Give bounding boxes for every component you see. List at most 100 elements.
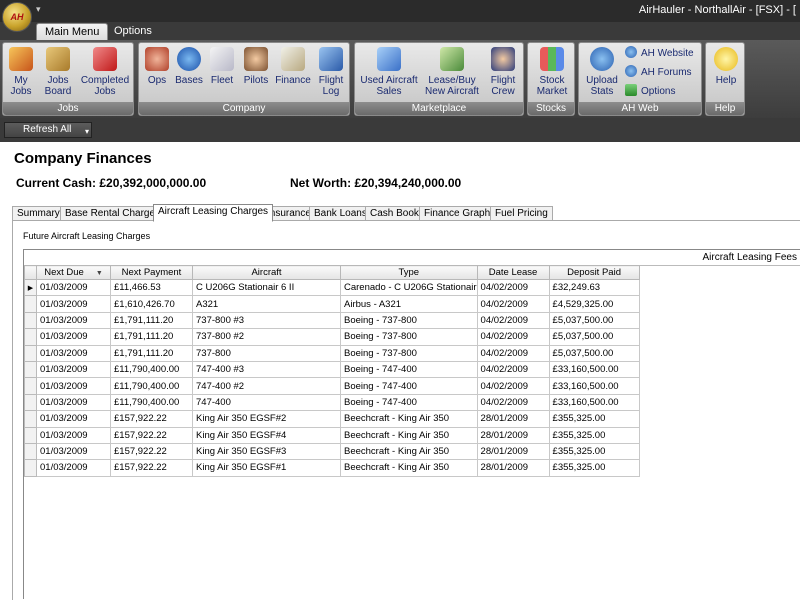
column-header-next-due[interactable]: Next Due ▼: [36, 265, 111, 280]
row-selector[interactable]: [24, 459, 37, 477]
completed-jobs-button[interactable]: Completed Jobs: [79, 45, 131, 102]
jobs-board-button[interactable]: Jobs Board: [41, 45, 75, 102]
cell-aircraft[interactable]: 737-800 #2: [192, 328, 341, 346]
cell-type[interactable]: Boeing - 737-800: [340, 344, 478, 362]
tab-finance-graphs[interactable]: Finance Graphs: [419, 206, 501, 221]
cell-type[interactable]: Carenado - C U206G Stationair: [340, 278, 478, 297]
cell-aircraft[interactable]: 747-400 #2: [192, 377, 341, 395]
cell-aircraft[interactable]: King Air 350 EGSF#2: [192, 410, 341, 428]
tab-cash-book[interactable]: Cash Book: [365, 206, 424, 221]
fleet-button[interactable]: Fleet: [207, 45, 237, 102]
column-header-next-payment[interactable]: Next Payment: [110, 265, 193, 280]
cell-date-lease[interactable]: 04/02/2009: [476, 344, 550, 362]
cell-deposit-paid[interactable]: £33,160,500.00: [548, 393, 640, 412]
cell-next-payment[interactable]: £11,790,400.00: [110, 377, 193, 395]
cell-date-lease[interactable]: 04/02/2009: [476, 377, 550, 395]
cell-next-due[interactable]: 01/03/2009: [36, 393, 111, 412]
row-selector[interactable]: [24, 360, 37, 379]
ah-website-button[interactable]: AH Website: [625, 46, 694, 62]
row-selector[interactable]: [24, 328, 37, 346]
cell-type[interactable]: Boeing - 747-400: [340, 360, 478, 379]
cell-aircraft[interactable]: C U206G Stationair 6 II: [192, 278, 341, 297]
cell-date-lease[interactable]: 04/02/2009: [476, 278, 550, 297]
cell-next-payment[interactable]: £157,922.22: [110, 442, 193, 461]
cell-date-lease[interactable]: 04/02/2009: [476, 360, 550, 379]
cell-type[interactable]: Boeing - 737-800: [340, 328, 478, 346]
tab-main-menu[interactable]: Main Menu: [36, 23, 109, 40]
quick-access-dropdown-icon[interactable]: ▾: [36, 4, 41, 15]
cell-next-due[interactable]: 01/03/2009: [36, 442, 111, 461]
cell-type[interactable]: Airbus - A321: [340, 295, 478, 313]
table-row[interactable]: 01/03/2009 £11,790,400.00 747-400 Boeing - …: [24, 393, 640, 412]
cell-next-due[interactable]: 01/03/2009: [36, 410, 111, 428]
lease-buy-button[interactable]: Lease/Buy New Aircraft: [423, 45, 481, 102]
row-selector[interactable]: [24, 344, 37, 362]
cell-type[interactable]: Beechcraft - King Air 350: [340, 410, 478, 428]
cell-date-lease[interactable]: 28/01/2009: [476, 410, 550, 428]
cell-date-lease[interactable]: 04/02/2009: [476, 328, 550, 346]
cell-aircraft[interactable]: King Air 350 EGSF#4: [192, 426, 341, 444]
table-row[interactable]: 01/03/2009 £157,922.22 King Air 350 EGSF#3…: [24, 442, 640, 461]
cell-type[interactable]: Boeing - 747-400: [340, 393, 478, 412]
table-row[interactable]: 01/03/2009 £157,922.22 King Air 350 EGSF#4…: [24, 426, 640, 444]
cell-next-due[interactable]: 01/03/2009: [36, 360, 111, 379]
row-selector[interactable]: [24, 311, 37, 330]
cell-next-payment[interactable]: £11,790,400.00: [110, 360, 193, 379]
cell-date-lease[interactable]: 04/02/2009: [476, 295, 550, 313]
row-selector[interactable]: [24, 442, 37, 461]
cell-next-due[interactable]: 01/03/2009: [36, 278, 111, 297]
cell-deposit-paid[interactable]: £5,037,500.00: [548, 311, 640, 330]
refresh-all-button[interactable]: Refresh All ▾: [4, 122, 92, 138]
cell-deposit-paid[interactable]: £355,325.00: [548, 410, 640, 428]
help-button[interactable]: Help: [710, 45, 742, 102]
cell-next-due[interactable]: 01/03/2009: [36, 311, 111, 330]
flight-crew-button[interactable]: Flight Crew: [485, 45, 521, 102]
cell-deposit-paid[interactable]: £355,325.00: [548, 459, 640, 477]
cell-next-due[interactable]: 01/03/2009: [36, 377, 111, 395]
cell-next-payment[interactable]: £11,466.53: [110, 278, 193, 297]
tab-bank-loans[interactable]: Bank Loans: [309, 206, 372, 221]
flight-log-button[interactable]: Flight Log: [315, 45, 347, 102]
cell-type[interactable]: Beechcraft - King Air 350: [340, 459, 478, 477]
cell-aircraft[interactable]: 737-800 #3: [192, 311, 341, 330]
app-orb-button[interactable]: AH: [2, 2, 32, 32]
row-selector[interactable]: [24, 377, 37, 395]
cell-deposit-paid[interactable]: £33,160,500.00: [548, 377, 640, 395]
cell-date-lease[interactable]: 28/01/2009: [476, 426, 550, 444]
cell-aircraft[interactable]: 747-400: [192, 393, 341, 412]
cell-aircraft[interactable]: King Air 350 EGSF#3: [192, 442, 341, 461]
tab-base-rental-charges[interactable]: Base Rental Charges: [60, 206, 166, 221]
my-jobs-button[interactable]: My Jobs: [7, 45, 35, 102]
chevron-down-icon[interactable]: ▾: [85, 125, 89, 139]
table-row[interactable]: 01/03/2009 £1,791,111.20 737-800 #3 Boeing …: [24, 311, 640, 330]
column-header-date-lease[interactable]: Date Lease: [476, 265, 550, 280]
ops-button[interactable]: Ops: [143, 45, 171, 102]
table-row[interactable]: 01/03/2009 £1,791,111.20 737-800 #2 Boeing …: [24, 328, 640, 346]
cell-aircraft[interactable]: A321: [192, 295, 341, 313]
cell-next-payment[interactable]: £1,791,111.20: [110, 311, 193, 330]
table-row[interactable]: 01/03/2009 £1,791,111.20 737-800 Boeing - 7…: [24, 344, 640, 362]
used-aircraft-sales-button[interactable]: Used Aircraft Sales: [359, 45, 419, 102]
cell-deposit-paid[interactable]: £32,249.63: [548, 278, 640, 297]
table-row[interactable]: 01/03/2009 £11,790,400.00 747-400 #2 Boeing…: [24, 377, 640, 395]
cell-deposit-paid[interactable]: £33,160,500.00: [548, 360, 640, 379]
cell-next-payment[interactable]: £1,791,111.20: [110, 344, 193, 362]
upload-stats-button[interactable]: Upload Stats: [583, 45, 621, 102]
cell-aircraft[interactable]: 737-800: [192, 344, 341, 362]
cell-date-lease[interactable]: 28/01/2009: [476, 442, 550, 461]
cell-deposit-paid[interactable]: £355,325.00: [548, 426, 640, 444]
cell-next-payment[interactable]: £11,790,400.00: [110, 393, 193, 412]
row-selector[interactable]: [24, 295, 37, 313]
cell-deposit-paid[interactable]: £355,325.00: [548, 442, 640, 461]
cell-date-lease[interactable]: 04/02/2009: [476, 311, 550, 330]
column-header-deposit-paid[interactable]: Deposit Paid: [548, 265, 640, 280]
cell-next-due[interactable]: 01/03/2009: [36, 459, 111, 477]
cell-next-payment[interactable]: £1,791,111.20: [110, 328, 193, 346]
tab-options[interactable]: Options: [106, 23, 160, 40]
tab-fuel-pricing[interactable]: Fuel Pricing: [490, 206, 553, 221]
cell-aircraft[interactable]: 747-400 #3: [192, 360, 341, 379]
row-selector[interactable]: [24, 410, 37, 428]
tab-aircraft-leasing-charges[interactable]: Aircraft Leasing Charges: [153, 204, 274, 222]
cell-next-due[interactable]: 01/03/2009: [36, 344, 111, 362]
leasing-grid[interactable]: Aircraft Leasing Fees Next Due ▼ Next Pay…: [23, 249, 800, 599]
